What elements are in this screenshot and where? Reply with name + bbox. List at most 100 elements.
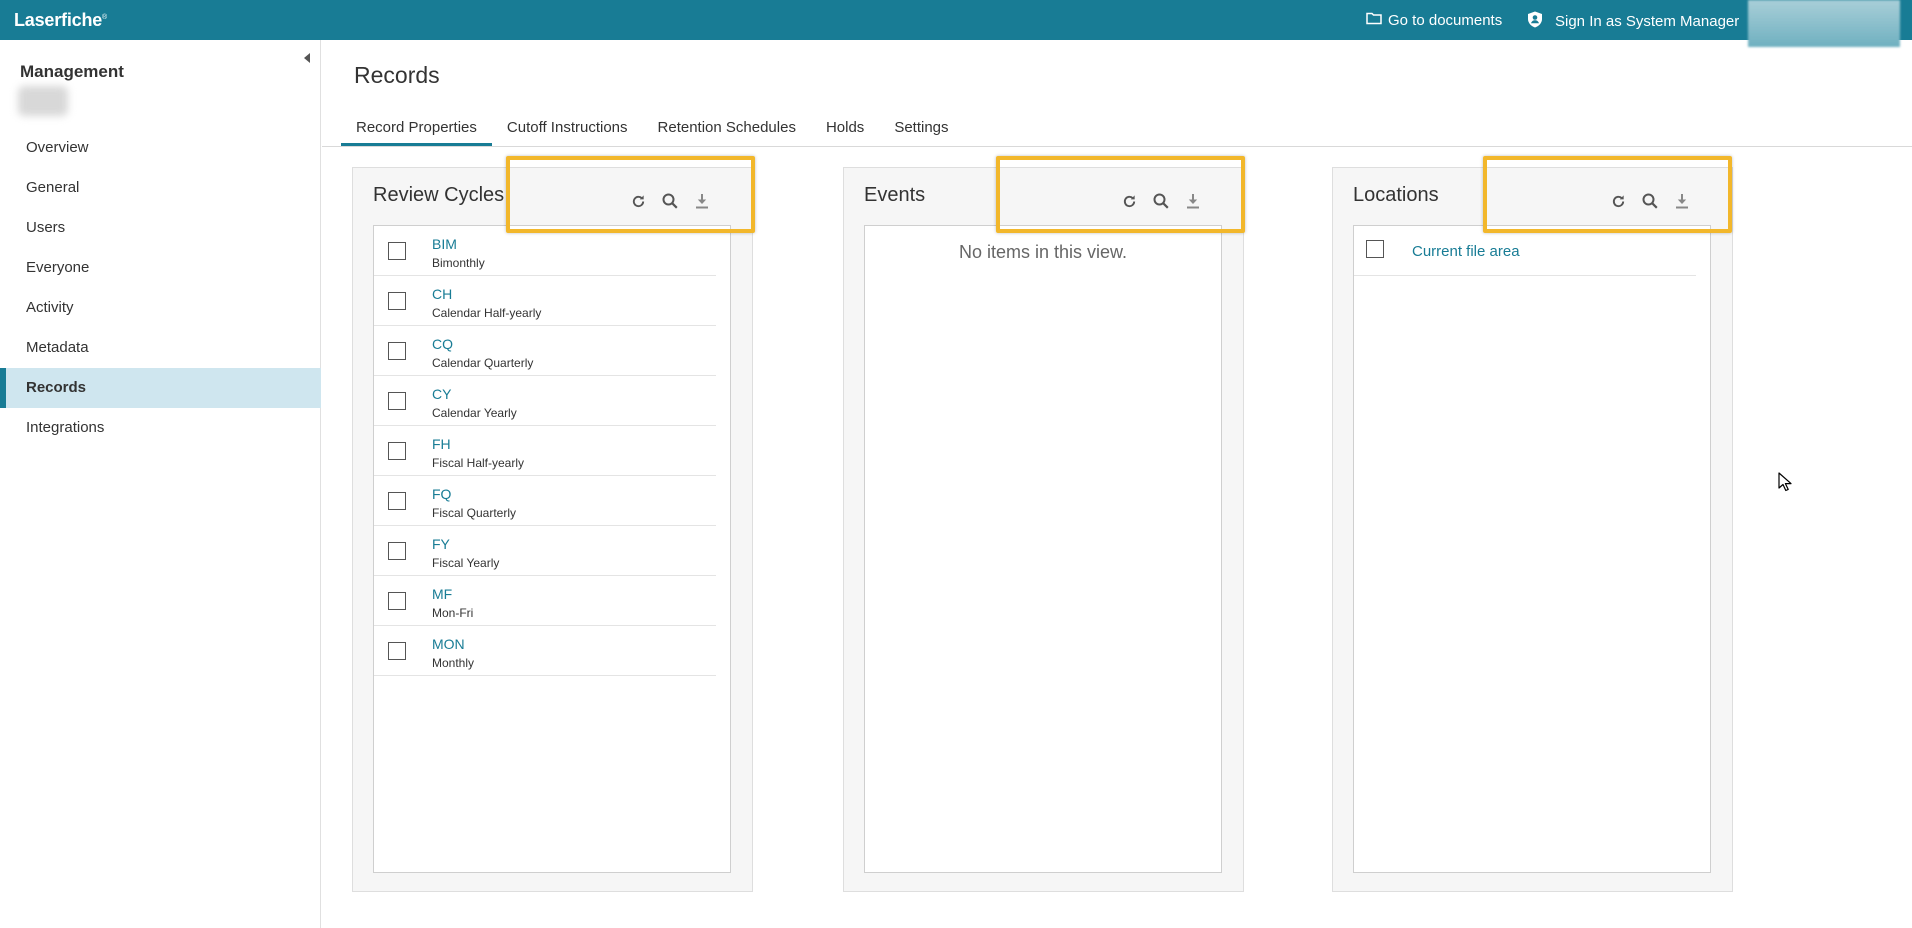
review-cycle-code[interactable]: FY xyxy=(432,536,450,552)
review-cycles-list: BIM Bimonthly CH Calendar Half-yearly CQ Ca… xyxy=(373,225,731,873)
review-cycle-code[interactable]: FH xyxy=(432,436,451,452)
review-cycle-code[interactable]: CH xyxy=(432,286,452,302)
page-title: Records xyxy=(354,62,440,88)
server-name-redacted xyxy=(18,86,68,116)
locations-toolbar xyxy=(1602,190,1698,212)
locations-list: Current file area xyxy=(1353,225,1711,873)
tab-retention-schedules[interactable]: Retention Schedules xyxy=(643,112,811,146)
row-checkbox[interactable] xyxy=(388,292,406,310)
review-cycle-description: Fiscal Yearly xyxy=(432,556,500,570)
review-cycles-panel: Review Cycles BIM Bimonthly CH Calendar Ha… xyxy=(352,167,753,892)
sidebar: Management Overview General Users Everyo… xyxy=(0,40,321,928)
go-to-documents-link[interactable]: Go to documents xyxy=(1366,11,1502,29)
search-icon[interactable] xyxy=(1145,190,1177,212)
sidebar-item-label: Users xyxy=(26,219,66,236)
review-cycle-description: Mon-Fri xyxy=(432,606,474,620)
sidebar-item-label: Overview xyxy=(26,139,89,156)
brand-mark: ® xyxy=(102,14,108,21)
tab-divider xyxy=(322,146,1912,147)
locations-title: Locations xyxy=(1353,184,1439,206)
list-item[interactable]: CY Calendar Yearly xyxy=(374,376,716,426)
sidebar-item-general[interactable]: General xyxy=(0,168,321,208)
tab-bar: Record Properties Cutoff Instructions Re… xyxy=(341,112,964,146)
events-list: No items in this view. xyxy=(864,225,1222,873)
sidebar-item-records[interactable]: Records xyxy=(0,368,321,408)
review-cycle-code[interactable]: MF xyxy=(432,586,452,602)
refresh-icon[interactable] xyxy=(622,190,654,212)
sidebar-item-everyone[interactable]: Everyone xyxy=(0,248,321,288)
events-panel: Events No items in this view. xyxy=(843,167,1244,892)
tab-cutoff-instructions[interactable]: Cutoff Instructions xyxy=(492,112,643,146)
list-item[interactable]: Current file area xyxy=(1354,226,1696,276)
row-checkbox[interactable] xyxy=(388,492,406,510)
sidebar-item-integrations[interactable]: Integrations xyxy=(0,408,321,448)
row-checkbox[interactable] xyxy=(388,342,406,360)
events-title: Events xyxy=(864,184,926,206)
review-cycle-description: Fiscal Half-yearly xyxy=(432,456,525,470)
brand-name: Laserfiche xyxy=(14,10,103,30)
sidebar-item-metadata[interactable]: Metadata xyxy=(0,328,321,368)
row-checkbox[interactable] xyxy=(388,542,406,560)
account-area-redacted[interactable] xyxy=(1748,0,1900,47)
sidebar-item-users[interactable]: Users xyxy=(0,208,321,248)
brand-logo[interactable]: Laserfiche® xyxy=(14,10,107,31)
row-checkbox[interactable] xyxy=(388,392,406,410)
review-cycle-description: Calendar Yearly xyxy=(432,406,517,420)
row-checkbox[interactable] xyxy=(388,242,406,260)
list-item[interactable]: MF Mon-Fri xyxy=(374,576,716,626)
review-cycles-toolbar xyxy=(622,190,718,212)
list-item[interactable]: FY Fiscal Yearly xyxy=(374,526,716,576)
review-cycle-code[interactable]: MON xyxy=(432,636,465,652)
list-item[interactable]: FQ Fiscal Quarterly xyxy=(374,476,716,526)
sidebar-item-label: General xyxy=(26,179,80,196)
row-checkbox[interactable] xyxy=(388,642,406,660)
locations-panel: Locations Current file area xyxy=(1332,167,1733,892)
user-shield-icon xyxy=(1527,11,1543,32)
sidebar-item-label: Activity xyxy=(26,299,74,316)
sign-in-label: Sign In as System Manager xyxy=(1555,13,1740,30)
review-cycle-description: Monthly xyxy=(432,656,475,670)
sidebar-item-overview[interactable]: Overview xyxy=(0,128,321,168)
sign-in-system-manager-link[interactable]: Sign In as System Manager xyxy=(1527,11,1739,32)
sidebar-item-label: Records xyxy=(26,379,87,396)
sidebar-nav: Overview General Users Everyone Activity… xyxy=(0,128,321,448)
review-cycle-description: Fiscal Quarterly xyxy=(432,506,517,520)
events-toolbar xyxy=(1113,190,1209,212)
download-icon[interactable] xyxy=(1666,190,1698,212)
tab-settings[interactable]: Settings xyxy=(879,112,963,146)
row-checkbox[interactable] xyxy=(388,442,406,460)
review-cycle-code[interactable]: BIM xyxy=(432,236,457,252)
sidebar-item-activity[interactable]: Activity xyxy=(0,288,321,328)
sidebar-title: Management xyxy=(20,62,124,81)
review-cycle-description: Calendar Quarterly xyxy=(432,356,534,370)
mouse-cursor-icon xyxy=(1778,472,1792,497)
list-item[interactable]: MON Monthly xyxy=(374,626,716,676)
list-item[interactable]: BIM Bimonthly xyxy=(374,226,716,276)
download-icon[interactable] xyxy=(686,190,718,212)
sidebar-item-label: Everyone xyxy=(26,259,90,276)
row-checkbox[interactable] xyxy=(388,592,406,610)
review-cycle-code[interactable]: CQ xyxy=(432,336,453,352)
search-icon[interactable] xyxy=(1634,190,1666,212)
download-icon[interactable] xyxy=(1177,190,1209,212)
search-icon[interactable] xyxy=(654,190,686,212)
sidebar-item-label: Metadata xyxy=(26,339,89,356)
tab-record-properties[interactable]: Record Properties xyxy=(341,112,492,146)
row-checkbox[interactable] xyxy=(1366,240,1384,258)
empty-state-text: No items in this view. xyxy=(958,242,1128,262)
list-item[interactable]: FH Fiscal Half-yearly xyxy=(374,426,716,476)
location-name[interactable]: Current file area xyxy=(1412,243,1520,260)
sidebar-item-label: Integrations xyxy=(26,419,105,436)
go-to-documents-label: Go to documents xyxy=(1388,11,1503,29)
refresh-icon[interactable] xyxy=(1602,190,1634,212)
review-cycle-description: Calendar Half-yearly xyxy=(432,306,542,320)
collapse-sidebar-icon[interactable] xyxy=(303,50,311,68)
tab-holds[interactable]: Holds xyxy=(811,112,879,146)
list-item[interactable]: CQ Calendar Quarterly xyxy=(374,326,716,376)
refresh-icon[interactable] xyxy=(1113,190,1145,212)
list-item[interactable]: CH Calendar Half-yearly xyxy=(374,276,716,326)
top-bar: Laserfiche® Go to documents Sign In as S… xyxy=(0,0,1912,47)
review-cycles-title: Review Cycles xyxy=(373,184,505,206)
review-cycle-code[interactable]: CY xyxy=(432,386,451,402)
review-cycle-code[interactable]: FQ xyxy=(432,486,451,502)
